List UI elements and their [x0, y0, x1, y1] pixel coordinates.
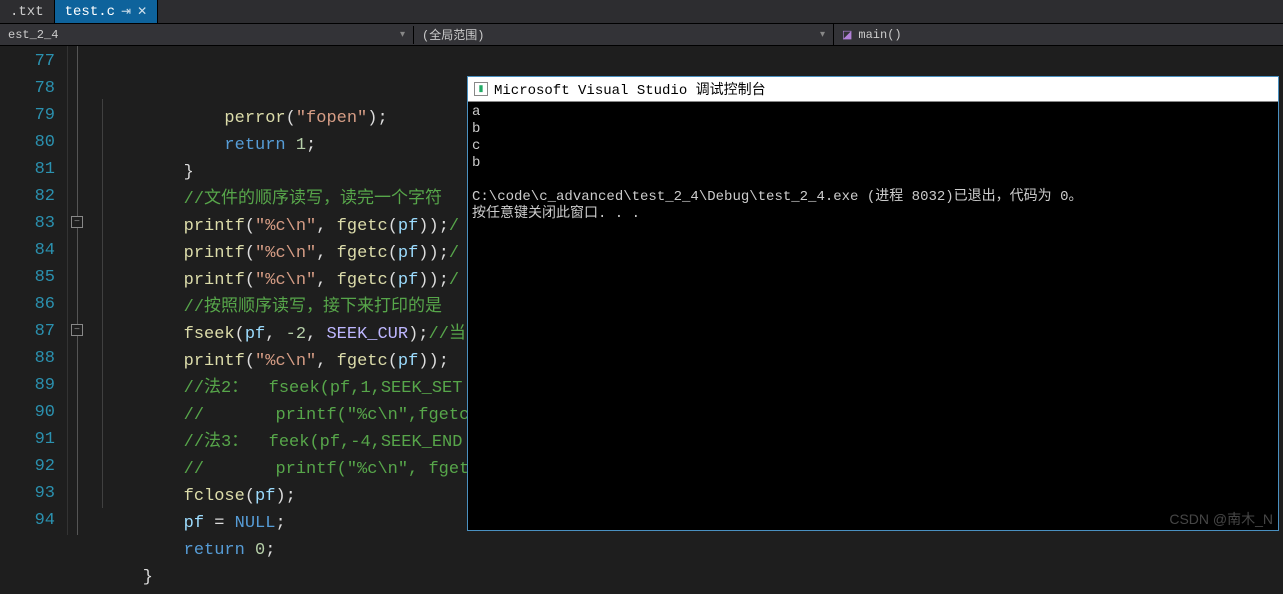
line-number: 89 [0, 372, 67, 399]
nav-project-label: est_2_4 [8, 28, 58, 42]
line-number-gutter: 777879808182838485868788899091929394 [0, 46, 68, 535]
nav-scope-label: (全局范围) [422, 26, 484, 43]
tab-label: .txt [10, 4, 44, 20]
close-icon[interactable]: ✕ [137, 4, 147, 19]
code-line[interactable]: return 0; [102, 537, 1283, 564]
line-number: 94 [0, 507, 67, 534]
nav-member-dropdown[interactable]: ◪ main() [834, 28, 1283, 42]
line-number: 82 [0, 183, 67, 210]
console-app-icon: ▮ [474, 82, 488, 96]
nav-bar: est_2_4 ▾ (全局范围) ▾ ◪ main() [0, 24, 1283, 46]
code-line[interactable]: } [102, 564, 1283, 591]
console-output: a b c b C:\code\c_advanced\test_2_4\Debu… [468, 102, 1278, 225]
fold-toggle[interactable]: − [71, 324, 83, 336]
fold-column: −− [68, 46, 102, 535]
nav-project-dropdown[interactable]: est_2_4 ▾ [0, 26, 414, 44]
tab-bar: .txt test.c ⇥ ✕ [0, 0, 1283, 24]
chevron-down-icon: ▾ [820, 29, 825, 41]
nav-scope-dropdown[interactable]: (全局范围) ▾ [414, 24, 834, 45]
line-number: 77 [0, 48, 67, 75]
indent-guide [102, 99, 103, 508]
line-number: 80 [0, 129, 67, 156]
tab-test-c[interactable]: test.c ⇥ ✕ [55, 0, 159, 23]
line-number: 87 [0, 318, 67, 345]
pin-icon[interactable]: ⇥ [121, 4, 131, 19]
tab-label: test.c [65, 4, 115, 20]
line-number: 85 [0, 264, 67, 291]
line-number: 79 [0, 102, 67, 129]
line-number: 83 [0, 210, 67, 237]
fold-guide-line [77, 46, 78, 535]
fold-toggle[interactable]: − [71, 216, 83, 228]
watermark: CSDN @南木_N [1169, 509, 1273, 529]
console-title: Microsoft Visual Studio 调试控制台 [494, 79, 766, 99]
line-number: 86 [0, 291, 67, 318]
method-icon: ◪ [842, 28, 852, 42]
console-titlebar[interactable]: ▮ Microsoft Visual Studio 调试控制台 [468, 77, 1278, 102]
line-number: 91 [0, 426, 67, 453]
chevron-down-icon: ▾ [400, 29, 405, 41]
debug-console-window[interactable]: ▮ Microsoft Visual Studio 调试控制台 a b c b … [467, 76, 1279, 531]
line-number: 93 [0, 480, 67, 507]
line-number: 78 [0, 75, 67, 102]
line-number: 90 [0, 399, 67, 426]
line-number: 92 [0, 453, 67, 480]
tab-txt[interactable]: .txt [0, 0, 55, 23]
line-number: 84 [0, 237, 67, 264]
line-number: 81 [0, 156, 67, 183]
line-number: 88 [0, 345, 67, 372]
nav-member-label: main() [858, 28, 901, 42]
